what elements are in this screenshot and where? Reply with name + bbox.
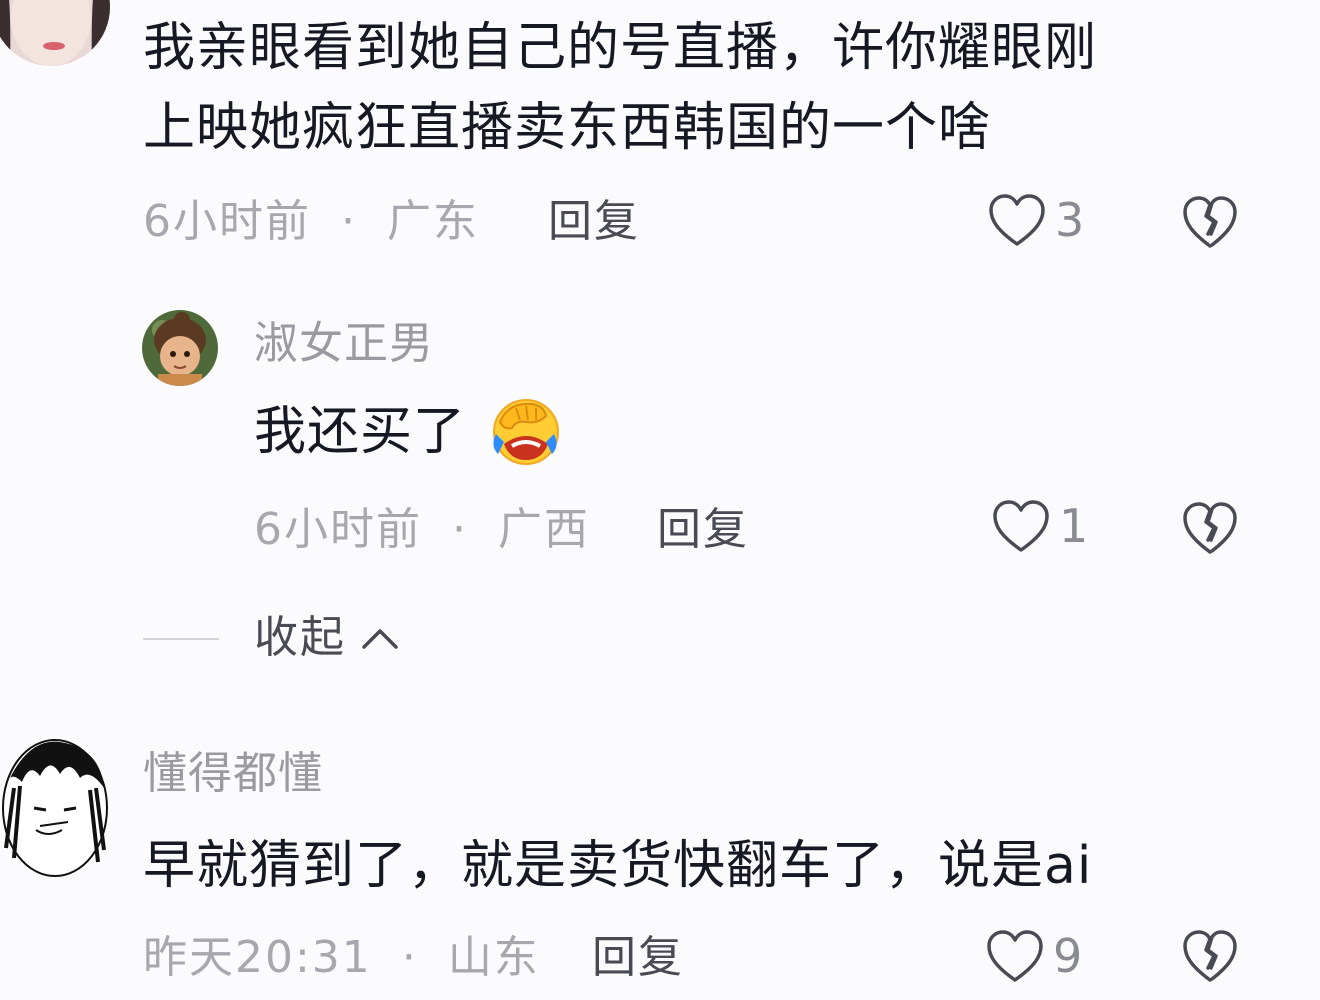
like-count: 1: [1059, 499, 1089, 553]
heart-outline-icon: [989, 194, 1045, 246]
username[interactable]: 淑女正男: [254, 322, 434, 366]
comment-text: 早就猜到了，就是卖货快翻车了，说是ai: [143, 826, 1092, 906]
dislike-button[interactable]: [1181, 928, 1239, 988]
like-button[interactable]: 1: [991, 498, 1088, 554]
dislike-button[interactable]: [1181, 194, 1239, 254]
reply-button[interactable]: 回复: [657, 508, 749, 552]
broken-heart-icon: [1183, 930, 1237, 982]
comment-text-line: 我还买了: [254, 402, 467, 462]
comment-text: 我亲眼看到她自己的号直播，许你耀眼刚 上映她疯狂直播卖东西韩国的一个啥: [143, 8, 1097, 168]
broken-heart-icon: [1183, 502, 1237, 554]
heart-outline-icon: [987, 930, 1043, 982]
dislike-button[interactable]: [1181, 500, 1239, 560]
facepalm-crying-emoji: [486, 394, 562, 466]
avatar[interactable]: [142, 310, 218, 386]
meta-separator: ·: [401, 932, 418, 983]
chevron-up-icon: [362, 629, 398, 649]
like-count: 9: [1053, 929, 1083, 983]
collapse-label: 收起: [254, 612, 346, 663]
comment-time: 6小时前: [143, 196, 311, 247]
reply-button[interactable]: 回复: [592, 936, 684, 980]
like-button[interactable]: 9: [985, 928, 1082, 984]
comment-text: 我还买了: [254, 392, 466, 472]
reply-button[interactable]: 回复: [548, 200, 640, 244]
collapse-divider: [143, 638, 219, 640]
collapse-replies-button[interactable]: 收起: [254, 616, 400, 660]
comment-text-line: 早就猜到了，就是卖货快翻车了，说是ai: [143, 836, 1093, 896]
comment-time: 昨天20:31: [143, 932, 372, 983]
comment-meta: 昨天20:31 · 山东: [143, 936, 540, 980]
username[interactable]: 懂得都懂: [143, 752, 323, 796]
avatar[interactable]: [0, 0, 110, 66]
comment-text-line: 我亲眼看到她自己的号直播，许你耀眼刚: [143, 18, 1098, 78]
like-button[interactable]: 3: [987, 192, 1084, 248]
comment-location: 山东: [447, 932, 540, 983]
comment-location: 广东: [387, 196, 479, 247]
meta-separator: ·: [341, 196, 357, 247]
comment-meta: 6小时前 · 广西: [254, 508, 590, 552]
like-count: 3: [1055, 193, 1085, 247]
heart-outline-icon: [993, 500, 1049, 552]
comment-time: 6小时前: [254, 504, 422, 555]
comment-text-line: 上映她疯狂直播卖东西韩国的一个啥: [143, 98, 992, 158]
broken-heart-icon: [1183, 196, 1237, 248]
comment-location: 广西: [498, 504, 590, 555]
comment-list: 我亲眼看到她自己的号直播，许你耀眼刚 上映她疯狂直播卖东西韩国的一个啥 6小时前…: [0, 0, 1320, 1000]
comment-meta: 6小时前 · 广东: [143, 200, 479, 244]
avatar[interactable]: [0, 738, 110, 878]
meta-separator: ·: [452, 504, 468, 555]
